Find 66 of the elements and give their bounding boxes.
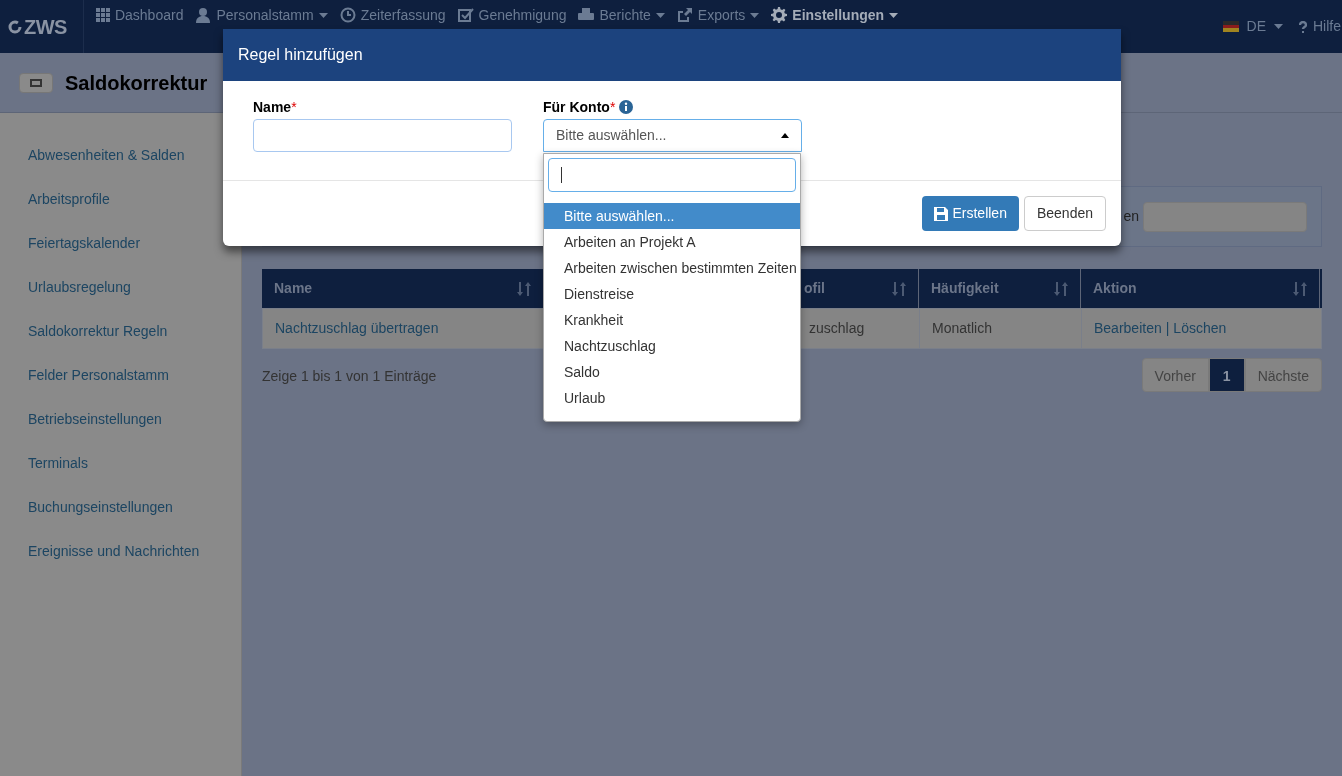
dropdown-option[interactable]: Arbeiten an Projekt A [544, 229, 800, 255]
nav-item[interactable]: Berichte [578, 6, 665, 24]
sidebar-item[interactable]: Buchungseinstellungen [0, 485, 241, 529]
account-select[interactable]: Bitte auswählen... [543, 119, 802, 152]
required-mark: * [291, 97, 297, 117]
table-cell: Monatlich [920, 309, 1082, 348]
caret-icon [889, 12, 899, 18]
dropdown-option[interactable]: Saldo [544, 359, 800, 385]
caret-icon [781, 133, 789, 138]
sort-icon [1293, 281, 1307, 296]
caret-icon [1274, 24, 1283, 29]
dropdown-option[interactable]: Urlaub [544, 385, 800, 411]
user-icon [195, 7, 212, 23]
sort-icon [517, 281, 531, 296]
close-button[interactable]: Beenden [1023, 196, 1106, 231]
pagination-button[interactable]: 1 [1208, 358, 1245, 392]
field-label: Name [253, 97, 292, 117]
name-input[interactable] [253, 119, 512, 152]
caret-icon [750, 12, 760, 18]
search-field[interactable] [1143, 201, 1307, 232]
sidebar-item[interactable]: Betriebseinstellungen [0, 397, 241, 441]
checkbox-icon [457, 7, 474, 23]
pagination-button[interactable]: Vorher [1141, 358, 1209, 392]
sort-icon [1054, 281, 1068, 296]
logo-text: ZWS [24, 14, 67, 40]
action-link[interactable]: Löschen [1173, 318, 1227, 339]
page-title: Saldokorrektur [65, 70, 208, 96]
info-icon[interactable] [619, 100, 634, 114]
nav-item[interactable]: Personalstamm [195, 6, 328, 24]
nav-item[interactable]: Zeiterfassung [339, 6, 446, 24]
text-cursor [561, 167, 562, 183]
create-button[interactable]: Erstellen [922, 196, 1019, 231]
help-link[interactable]: Hilfe [1299, 16, 1342, 37]
table-info: Zeige 1 bis 1 von 1 Einträge [262, 367, 437, 386]
sidebar-item[interactable]: Felder Personalstamm [0, 353, 241, 397]
export-icon [676, 7, 693, 23]
action-link[interactable]: Bearbeiten [1094, 318, 1162, 339]
nav-item[interactable]: Dashboard [95, 6, 184, 24]
filter-label: en [1123, 207, 1139, 226]
pagination-button[interactable]: Nächste [1244, 358, 1322, 392]
sort-icon [892, 281, 906, 296]
sidebar-item[interactable]: Saldokorrektur Regeln [0, 309, 241, 353]
dropdown-search-field[interactable] [548, 158, 796, 192]
modal-title: Regel hinzufügen [238, 45, 363, 65]
dropdown-option[interactable]: Bitte auswählen... [544, 203, 800, 229]
grid-icon [95, 8, 110, 22]
page-icon [19, 72, 53, 93]
save-icon [934, 206, 949, 221]
logo-icon [8, 19, 22, 34]
flag-icon [1222, 21, 1239, 32]
separator: | [1165, 319, 1170, 338]
sidebar-item[interactable]: Ereignisse und Nachrichten [0, 529, 241, 573]
nav-item[interactable]: Einstellungen [771, 6, 899, 24]
help-icon [1299, 20, 1307, 33]
printer-icon [578, 7, 595, 23]
sidebar-item[interactable]: Urlaubsregelung [0, 265, 241, 309]
language-menu[interactable]: DE [1222, 16, 1283, 37]
caret-icon [655, 12, 665, 18]
sidebar-item[interactable]: Terminals [0, 441, 241, 485]
nav-item[interactable]: Genehmigung [457, 6, 567, 24]
caret-icon [318, 12, 328, 18]
clock-icon [339, 7, 356, 23]
field-label: Für Konto [543, 97, 610, 117]
settings-icon [771, 7, 788, 23]
required-mark: * [609, 97, 616, 117]
nav-item[interactable]: Exports [676, 6, 760, 24]
